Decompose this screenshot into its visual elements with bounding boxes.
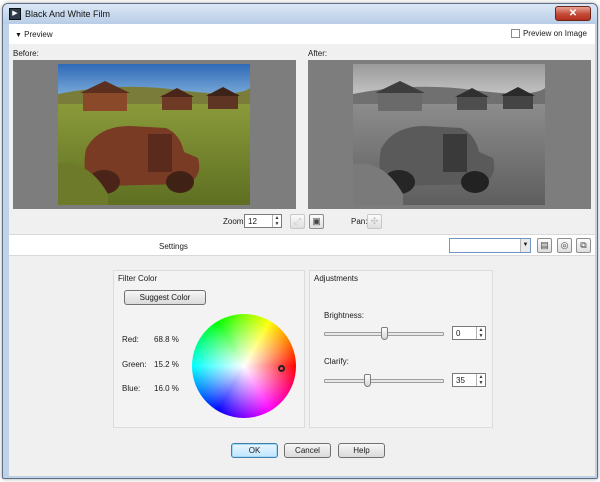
spin-arrows-icon[interactable]: ▲ ▼	[272, 215, 281, 227]
after-image	[353, 64, 545, 205]
spin-arrows-icon[interactable]: ▲ ▼	[476, 374, 485, 386]
spin-arrows-icon[interactable]: ▲ ▼	[476, 327, 485, 339]
green-value: 15.2 %	[154, 360, 179, 369]
zoom-label: Zoom:	[223, 217, 246, 226]
settings-label: Settings	[159, 242, 188, 251]
delete-preset-button[interactable]: ⧉	[576, 238, 591, 253]
color-wheel[interactable]	[192, 314, 296, 418]
filter-color-title: Filter Color	[118, 274, 158, 283]
save-preset-button[interactable]: ▤	[537, 238, 552, 253]
pan-label: Pan:	[351, 217, 368, 226]
red-label: Red:	[122, 335, 139, 344]
ok-button[interactable]: OK	[231, 443, 278, 458]
before-image	[58, 64, 250, 205]
brightness-slider-thumb[interactable]	[380, 327, 388, 340]
preview-bar: ▼ Preview Preview on Image	[9, 24, 595, 44]
dialog-content: ▼ Preview Preview on Image Before: After…	[9, 24, 595, 476]
window-title: Black And White Film	[25, 9, 111, 19]
red-value: 68.8 %	[154, 335, 179, 344]
settings-bar: Settings ▼ ▤ ◎ ⧉	[9, 234, 595, 256]
delete-preset-icon: ⧉	[580, 240, 587, 250]
color-picker-marker[interactable]	[278, 365, 285, 372]
triangle-down-icon: ▼	[15, 32, 22, 39]
zoom-spinbox[interactable]: 12 ▲ ▼	[244, 214, 282, 228]
before-preview-panel[interactable]	[13, 60, 296, 209]
pan-button[interactable]: ✣	[367, 214, 382, 229]
preview-on-image-option[interactable]: Preview on Image	[510, 29, 587, 38]
adjustments-title: Adjustments	[314, 274, 359, 283]
zoom-actual-size-button[interactable]: ▣	[309, 214, 324, 229]
chevron-down-icon[interactable]: ▼	[520, 239, 530, 252]
preview-toggle-label: Preview	[24, 30, 53, 39]
zoom-actual-icon: ▣	[312, 216, 321, 226]
filter-color-group: Filter Color Suggest Color Red: 68.8 % G…	[113, 270, 305, 428]
preview-on-image-label: Preview on Image	[522, 29, 587, 38]
after-label: After:	[308, 49, 328, 58]
brightness-value: 0	[456, 329, 461, 338]
dialog-window: ▶ Black And White Film ✕ ▼ Preview Previ…	[2, 3, 598, 479]
clarify-slider-track[interactable]	[324, 379, 444, 383]
clarify-label: Clarify:	[324, 357, 349, 366]
green-label: Green:	[122, 360, 147, 369]
reset-icon: ◎	[560, 240, 569, 250]
preview-toggle[interactable]: ▼ Preview	[15, 30, 53, 39]
zoom-pan-row: Zoom: 12 ▲ ▼ ⤢ ▣ Pan: ✣	[9, 214, 595, 232]
save-icon: ▤	[540, 240, 549, 250]
help-button[interactable]: Help	[338, 443, 385, 458]
blue-value: 16.0 %	[154, 384, 179, 393]
suggest-color-button[interactable]: Suggest Color	[124, 290, 206, 305]
brightness-spinbox[interactable]: 0 ▲ ▼	[452, 326, 486, 340]
blue-label: Blue:	[122, 384, 141, 393]
zoom-value: 12	[248, 217, 257, 226]
cancel-button[interactable]: Cancel	[284, 443, 331, 458]
zoom-fit-icon: ⤢	[293, 216, 302, 226]
pan-icon: ✣	[370, 216, 379, 226]
reset-preset-button[interactable]: ◎	[557, 238, 572, 253]
preview-on-image-checkbox[interactable]	[510, 29, 520, 38]
title-bar[interactable]: ▶ Black And White Film ✕	[3, 4, 597, 24]
brightness-label: Brightness:	[324, 311, 365, 320]
clarify-spinbox[interactable]: 35 ▲ ▼	[452, 373, 486, 387]
app-icon[interactable]: ▶	[9, 8, 21, 20]
adjustments-group: Adjustments Brightness: 0 ▲ ▼ Clarify: 35…	[309, 270, 493, 428]
clarify-value: 35	[456, 376, 465, 385]
zoom-fit-button[interactable]: ⤢	[290, 214, 305, 229]
close-button[interactable]: ✕	[555, 6, 591, 21]
after-preview-panel[interactable]	[308, 60, 591, 209]
before-label: Before:	[13, 49, 39, 58]
clarify-slider-thumb[interactable]	[363, 374, 371, 387]
close-icon: ✕	[568, 8, 578, 19]
preset-combobox[interactable]: ▼	[449, 238, 531, 253]
